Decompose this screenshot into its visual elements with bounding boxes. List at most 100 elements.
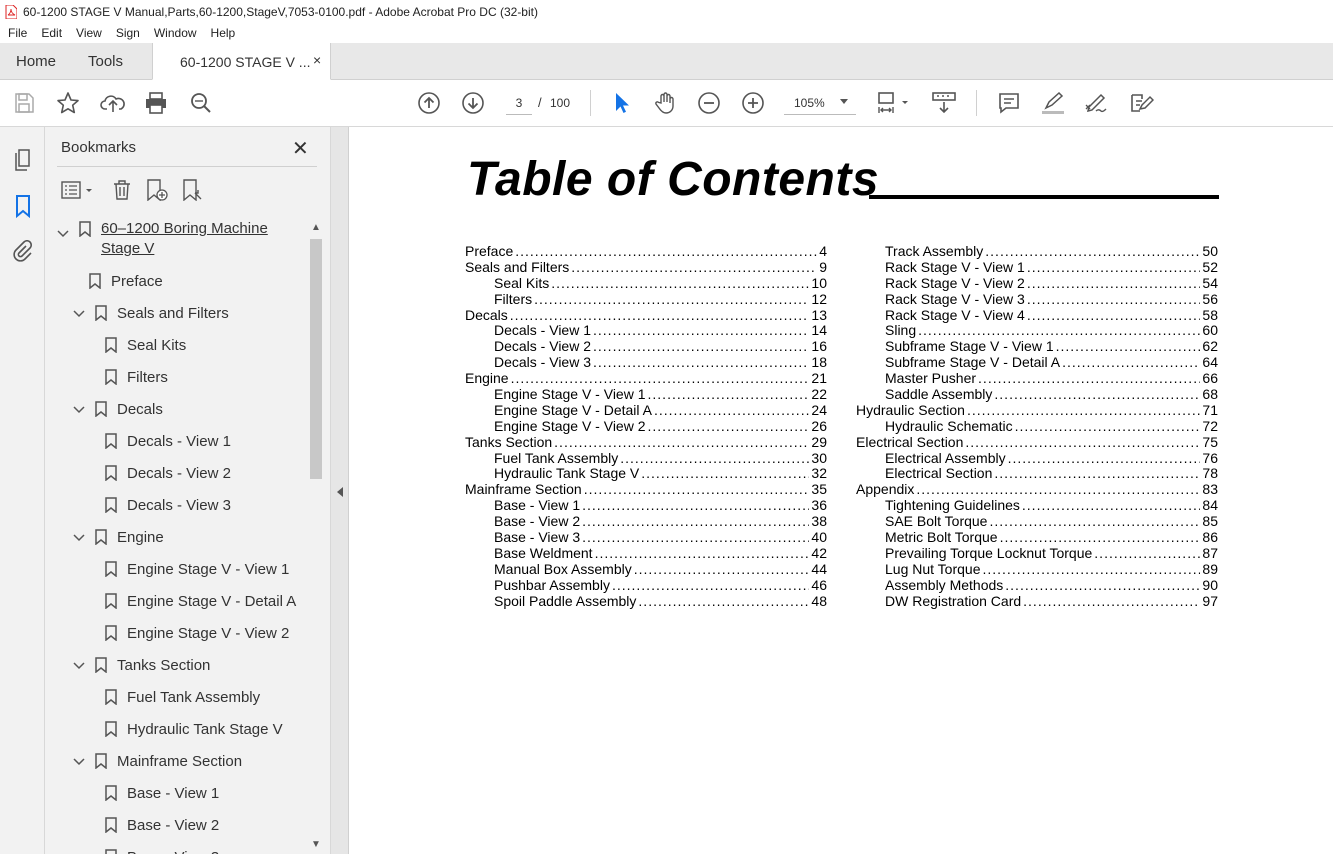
toc-entry[interactable]: SAE Bolt Torque 85 [856,513,1218,530]
toc-entry[interactable]: Decals - View 1 14 [465,323,827,339]
edit-pdf-icon[interactable] [1128,91,1154,115]
bookmark-item[interactable]: Engine [73,521,164,553]
bookmark-item[interactable]: Seals and Filters [73,297,229,329]
upload-icon[interactable] [100,91,125,115]
tab-home[interactable]: Home [16,53,56,70]
tab-close-icon[interactable]: × [313,52,321,68]
tab-document[interactable]: 60-1200 STAGE V ... × [152,43,331,80]
toc-entry[interactable]: Prevailing Torque Locknut Torque 87 [856,545,1218,562]
toc-entry[interactable]: Assembly Methods 90 [856,577,1218,594]
menu-edit[interactable]: Edit [33,26,68,40]
chevron-down-icon[interactable] [73,753,87,770]
scroll-mode-icon[interactable] [931,91,956,115]
new-bookmark-icon[interactable] [145,179,169,206]
page-fit-icon[interactable] [876,91,910,115]
next-page-icon[interactable] [461,91,485,115]
toc-entry[interactable]: Decals - View 2 16 [465,338,827,355]
toc-entry[interactable]: Saddle Assembly 68 [856,386,1218,403]
bookmark-item[interactable]: Decals [73,393,163,425]
toc-entry[interactable]: Master Pusher 66 [856,370,1218,387]
toc-entry[interactable]: Metric Bolt Torque 86 [856,529,1218,546]
toc-entry[interactable]: Hydraulic Tank Stage V 32 [465,466,827,482]
bookmark-item[interactable]: Seal Kits [105,329,186,361]
hand-icon[interactable] [653,91,677,115]
chevron-down-icon[interactable] [73,305,87,322]
close-icon[interactable]: ✕ [292,136,309,161]
page-number-input[interactable]: 3 [506,91,532,115]
toc-entry[interactable]: Manual Box Assembly 44 [465,561,827,578]
toc-entry[interactable]: Base - View 1 36 [465,497,827,514]
toc-entry[interactable]: Sling 60 [856,323,1218,339]
toc-entry[interactable]: Decals 13 [465,307,827,324]
search-zoom-icon[interactable] [189,91,213,115]
toc-entry[interactable]: Rack Stage V - View 4 58 [856,307,1218,324]
delete-icon[interactable] [111,179,133,206]
toc-entry[interactable]: Rack Stage V - View 2 54 [856,275,1218,292]
toc-entry[interactable]: Engine Stage V - Detail A 24 [465,402,827,419]
toc-entry[interactable]: Filters 12 [465,291,827,308]
bookmark-item[interactable]: Tanks Section [73,649,210,681]
bookmark-item[interactable]: Fuel Tank Assembly [105,681,260,713]
toc-entry[interactable]: Rack Stage V - View 1 52 [856,259,1218,276]
chevron-down-icon[interactable] [73,401,87,418]
scrollbar-thumb[interactable] [310,239,322,479]
toc-entry[interactable]: Seals and Filters 9 [465,259,827,276]
toc-entry[interactable]: Hydraulic Section 71 [856,402,1218,419]
bookmark-item[interactable]: Engine Stage V - Detail A [105,585,296,617]
toc-entry[interactable]: Appendix 83 [856,481,1218,498]
scroll-up-icon[interactable]: ▲ [311,222,321,233]
toc-entry[interactable]: Rack Stage V - View 3 56 [856,291,1218,308]
zoom-out-icon[interactable] [697,91,721,115]
toc-entry[interactable]: Subframe Stage V - View 1 62 [856,338,1218,355]
toc-entry[interactable]: Electrical Section 78 [856,466,1218,482]
bookmark-item[interactable]: Mainframe Section [73,745,242,777]
bookmarks-icon[interactable] [11,194,35,219]
panel-collapse-handle[interactable] [330,127,349,854]
comment-icon[interactable] [997,91,1021,115]
menu-help[interactable]: Help [203,26,242,40]
toc-entry[interactable]: Fuel Tank Assembly 30 [465,450,827,467]
bookmark-item[interactable]: Base - View 2 [105,809,219,841]
tab-tools[interactable]: Tools [88,53,123,70]
prev-page-icon[interactable] [417,91,441,115]
bookmark-item[interactable]: Base - View 1 [105,777,219,809]
bookmark-item[interactable]: Engine Stage V - View 2 [105,617,289,649]
toc-entry[interactable]: Subframe Stage V - Detail A 64 [856,354,1218,371]
toc-entry[interactable]: Mainframe Section 35 [465,481,827,498]
star-icon[interactable] [56,91,80,115]
toc-entry[interactable]: Base Weldment 42 [465,545,827,562]
bookmark-item[interactable]: Hydraulic Tank Stage V [105,713,283,745]
toc-entry[interactable]: Hydraulic Schematic 72 [856,418,1218,435]
menu-sign[interactable]: Sign [108,26,146,40]
bookmark-item[interactable]: Engine Stage V - View 1 [105,553,289,585]
bookmark-item[interactable]: Decals - View 1 [105,425,231,457]
bookmark-item[interactable]: Decals - View 3 [105,489,231,521]
menu-view[interactable]: View [68,26,108,40]
toc-entry[interactable]: Base - View 3 40 [465,529,827,546]
bookmark-item[interactable]: Filters [105,361,168,393]
menu-window[interactable]: Window [146,26,203,40]
toc-entry[interactable]: Electrical Assembly 76 [856,450,1218,467]
print-icon[interactable] [144,91,168,115]
scroll-down-icon[interactable]: ▼ [311,839,321,850]
toc-entry[interactable]: Electrical Section 75 [856,434,1218,451]
toc-entry[interactable]: Engine 21 [465,370,827,387]
collapse-arrow-icon[interactable] [337,487,343,497]
bookmark-item[interactable]: 60–1200 Boring Machine Stage V [57,219,268,259]
toc-entry[interactable]: Tanks Section 29 [465,434,827,451]
toc-entry[interactable]: Decals - View 3 18 [465,354,827,371]
toc-entry[interactable]: Tightening Guidelines 84 [856,497,1218,514]
chevron-down-icon[interactable] [57,225,71,242]
bookmark-item[interactable]: Base - View 3 [105,841,219,854]
toc-entry[interactable]: Pushbar Assembly 46 [465,577,827,594]
toc-entry[interactable]: DW Registration Card 97 [856,593,1218,610]
select-cursor-icon[interactable] [609,91,633,115]
toc-entry[interactable]: Spoil Paddle Assembly 48 [465,593,827,610]
attachments-icon[interactable] [11,239,35,264]
chevron-down-icon[interactable] [73,657,87,674]
toc-entry[interactable]: Lug Nut Torque 89 [856,561,1218,578]
toc-entry[interactable]: Seal Kits 10 [465,275,827,292]
toc-entry[interactable]: Preface 4 [465,243,827,260]
toc-entry[interactable]: Track Assembly 50 [856,243,1218,260]
chevron-down-icon[interactable] [840,99,848,104]
